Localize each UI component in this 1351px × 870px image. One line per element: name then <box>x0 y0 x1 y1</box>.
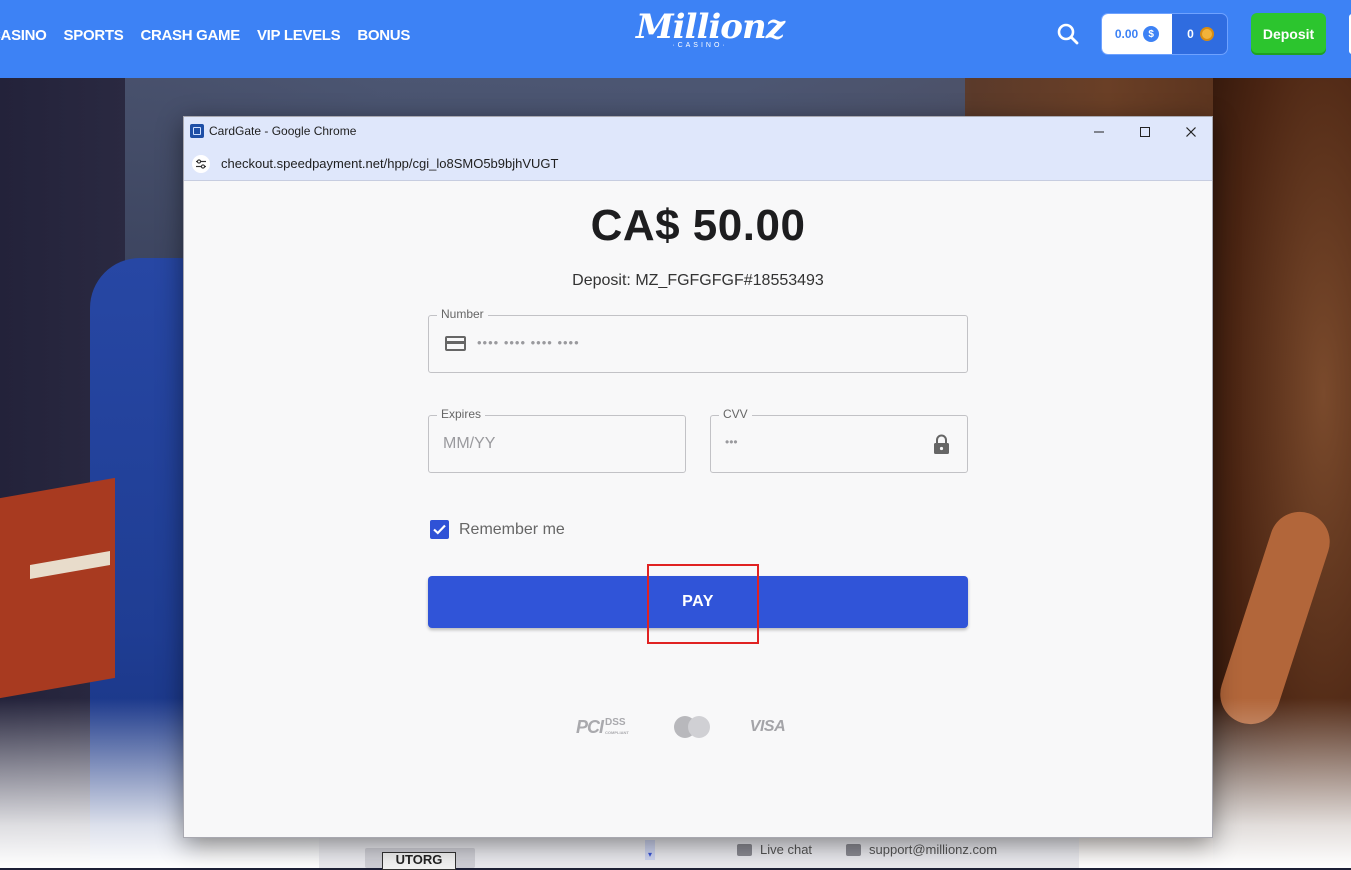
cash-balance-value: 0.00 <box>1114 27 1139 41</box>
checkout-popup-window: CardGate - Google Chrome checkout.speedp… <box>183 116 1213 838</box>
remember-me[interactable]: Remember me <box>430 520 565 539</box>
dss-sublabel: COMPLIANT <box>605 729 629 735</box>
nav-bonus[interactable]: BONUS <box>357 27 410 44</box>
visa-logo: VISA <box>749 718 786 735</box>
cvv-label: CVV <box>719 407 752 421</box>
live-chat-link[interactable]: Live chat <box>737 842 812 857</box>
bonus-balance-value: 0 <box>1187 27 1194 41</box>
logo-wordmark: Millionz <box>636 7 785 47</box>
gold-coin-icon <box>1199 27 1214 41</box>
remember-me-checkbox[interactable] <box>430 520 449 539</box>
highlight-annotation <box>647 564 759 644</box>
balance-widget[interactable]: 0.00 $ 0 <box>1101 13 1228 55</box>
address-bar[interactable]: checkout.speedpayment.net/hpp/cgi_lo8SMO… <box>184 147 1212 181</box>
site-settings-icon[interactable] <box>192 155 210 173</box>
deposit-reference: Deposit: MZ_FGFGFGF#18553493 <box>572 272 824 289</box>
dss-label: DSS <box>605 716 626 728</box>
live-chat-label: Live chat <box>760 842 813 857</box>
payment-logos: PCI DSS COMPLIANT VISA <box>576 716 786 738</box>
credit-card-icon <box>445 336 466 351</box>
cvv-field[interactable]: CVV <box>710 407 968 473</box>
expiry-field[interactable]: Expires <box>428 407 686 473</box>
pci-dss-logo: PCI DSS COMPLIANT <box>576 717 629 738</box>
site-logo[interactable]: Millionz ·CASINO· <box>636 7 785 58</box>
dss-text: DSS COMPLIANT <box>605 716 629 737</box>
nav-crash-game[interactable]: CRASH GAME <box>140 27 240 44</box>
bonus-balance: 0 <box>1172 14 1227 54</box>
remember-me-label: Remember me <box>459 520 565 538</box>
close-icon[interactable] <box>1168 117 1214 147</box>
deposit-button[interactable]: Deposit <box>1251 13 1326 55</box>
cash-balance: 0.00 $ <box>1102 14 1172 54</box>
expiry-input[interactable] <box>441 434 675 454</box>
mail-icon <box>846 843 861 856</box>
card-number-field[interactable]: Number <box>428 307 968 373</box>
window-titlebar[interactable]: CardGate - Google Chrome <box>184 117 1212 147</box>
lock-icon <box>933 434 950 454</box>
footer-dropdown-arrow[interactable]: ▾ <box>645 840 655 860</box>
dollar-coin-icon: $ <box>1143 26 1160 42</box>
search-icon[interactable] <box>1056 22 1080 46</box>
nav-vip-levels[interactable]: VIP LEVELS <box>257 27 341 44</box>
site-header: CASINO SPORTS CRASH GAME VIP LEVELS BONU… <box>0 0 1351 78</box>
pci-text: PCI <box>576 716 604 737</box>
card-number-input[interactable] <box>475 334 949 351</box>
expiry-label: Expires <box>437 407 486 421</box>
app-icon <box>190 124 204 138</box>
payment-provider-select[interactable]: UTORG <box>365 848 475 870</box>
card-number-label: Number <box>437 307 488 321</box>
support-email-label: support@millionz.com <box>869 842 998 857</box>
payment-provider-select-value: UTORG <box>382 852 456 870</box>
checkout-form: CA$ 50.00 Deposit: MZ_FGFGFGF#18553493 N… <box>184 181 1212 837</box>
mastercard-logo <box>673 716 710 738</box>
window-title: CardGate - Google Chrome <box>209 124 357 138</box>
url-text: checkout.speedpayment.net/hpp/cgi_lo8SMO… <box>221 156 559 171</box>
maximize-icon[interactable] <box>1122 117 1168 147</box>
nav-sports[interactable]: SPORTS <box>64 27 124 44</box>
payment-amount: CA$ 50.00 <box>590 201 806 250</box>
support-email-link[interactable]: support@millionz.com <box>846 842 997 857</box>
main-nav: CASINO SPORTS CRASH GAME VIP LEVELS BONU… <box>0 0 427 70</box>
background-box <box>0 477 115 699</box>
cvv-input[interactable] <box>723 434 917 450</box>
chat-icon <box>737 843 752 856</box>
minimize-icon[interactable] <box>1076 117 1122 147</box>
nav-casino[interactable]: CASINO <box>0 27 47 44</box>
